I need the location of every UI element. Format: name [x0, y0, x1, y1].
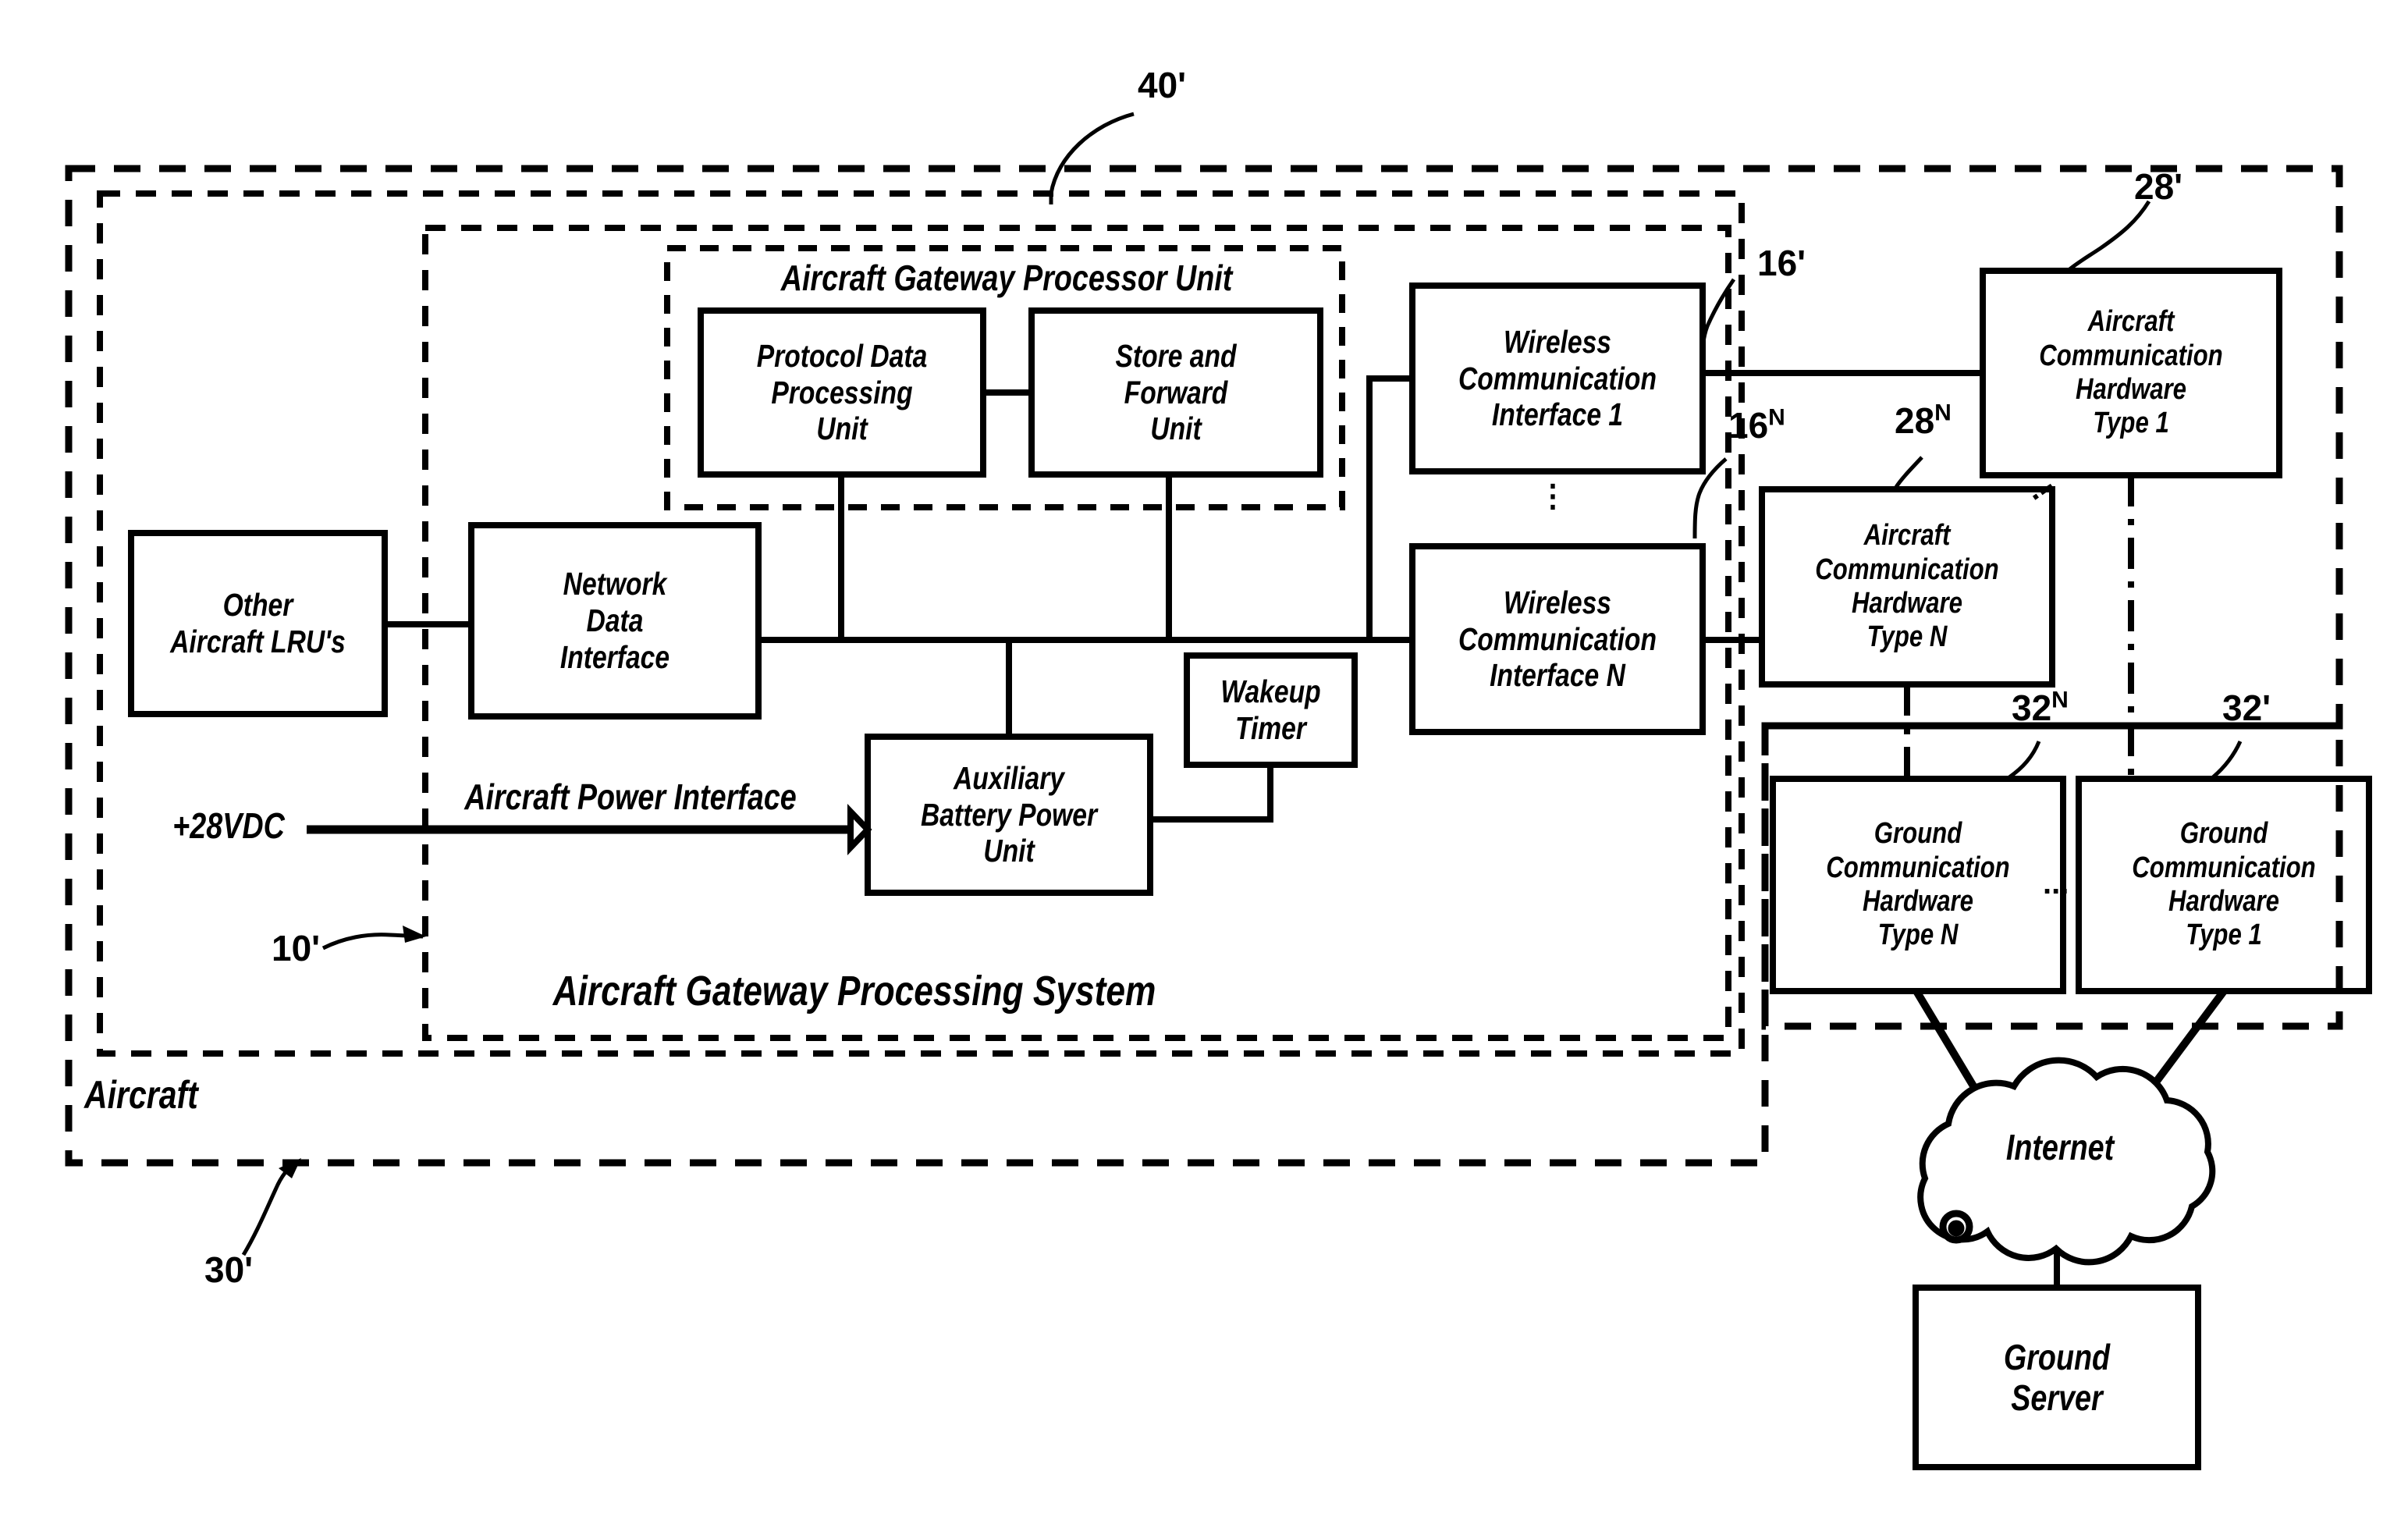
leader-28n	[1894, 456, 1923, 489]
label-power-interface: Aircraft Power Interface	[464, 776, 797, 817]
label-ground-comm-hw-1: Ground Communication Hardware Type 1	[2132, 817, 2316, 952]
label-aircraft-comm-hw-1: Aircraft Communication Hardware Type 1	[2039, 305, 2223, 440]
ref-32-prime: 32'	[2222, 688, 2271, 728]
label-internet: Internet	[2005, 1126, 2115, 1167]
ref-40: 40'	[1138, 65, 1187, 105]
link-aux-to-wakeup	[1150, 765, 1273, 823]
label-auxiliary-battery-power-unit: Auxiliary Battery Power Unit	[920, 759, 1098, 869]
riser-to-wireless-1	[1366, 375, 1412, 640]
ref-16-prime: 16'	[1757, 243, 1806, 283]
leader-32p	[2211, 740, 2243, 779]
ref-32-n: 32N	[2012, 687, 2069, 728]
leader-28p	[2066, 200, 2151, 272]
ref-30-prime: 30'	[204, 1249, 254, 1290]
label-power-input: +28VDC	[172, 805, 285, 846]
label-aircraft-comm-hw-n: Aircraft Communication Hardware Type N	[1815, 519, 1999, 654]
label-ground-comm-hw-n: Ground Communication Hardware Type N	[1826, 817, 2010, 952]
ref-28-prime: 28'	[2134, 166, 2183, 207]
label-wireless-interface-1: Wireless Communication Interface 1	[1458, 323, 1657, 433]
label-processing-system-title: Aircraft Gateway Processing System	[552, 968, 1156, 1015]
label-ground-server: Ground Server	[2003, 1336, 2111, 1418]
figure-canvas: Other Aircraft LRU's Network Data Interf…	[0, 0, 2408, 1528]
label-wireless-interface-n: Wireless Communication Interface N	[1458, 584, 1657, 694]
wireless-vertical-ellipsis: ⋮	[1537, 479, 1568, 513]
ref-16-n: 16N	[1728, 404, 1785, 446]
cloud-node-inner	[1948, 1220, 1965, 1237]
label-processor-unit-title: Aircraft Gateway Processor Unit	[780, 258, 1233, 298]
label-wakeup-timer: Wakeup Timer	[1220, 673, 1321, 746]
label-aircraft-title: Aircraft	[84, 1073, 198, 1117]
label-protocol-data-processing-unit: Protocol Data Processing Unit	[756, 337, 928, 447]
ref-10-prime: 10'	[272, 928, 321, 968]
label-store-and-forward-unit: Store and Forward Unit	[1115, 337, 1237, 447]
leader-32n	[2008, 741, 2041, 780]
ref-28-n: 28N	[1895, 400, 1952, 441]
label-network-data-interface: Network Data Interface	[559, 566, 670, 675]
ground-hw-horizontal-ellipsis: ...	[2043, 866, 2069, 901]
label-other-lru: Other Aircraft LRU's	[170, 587, 346, 659]
